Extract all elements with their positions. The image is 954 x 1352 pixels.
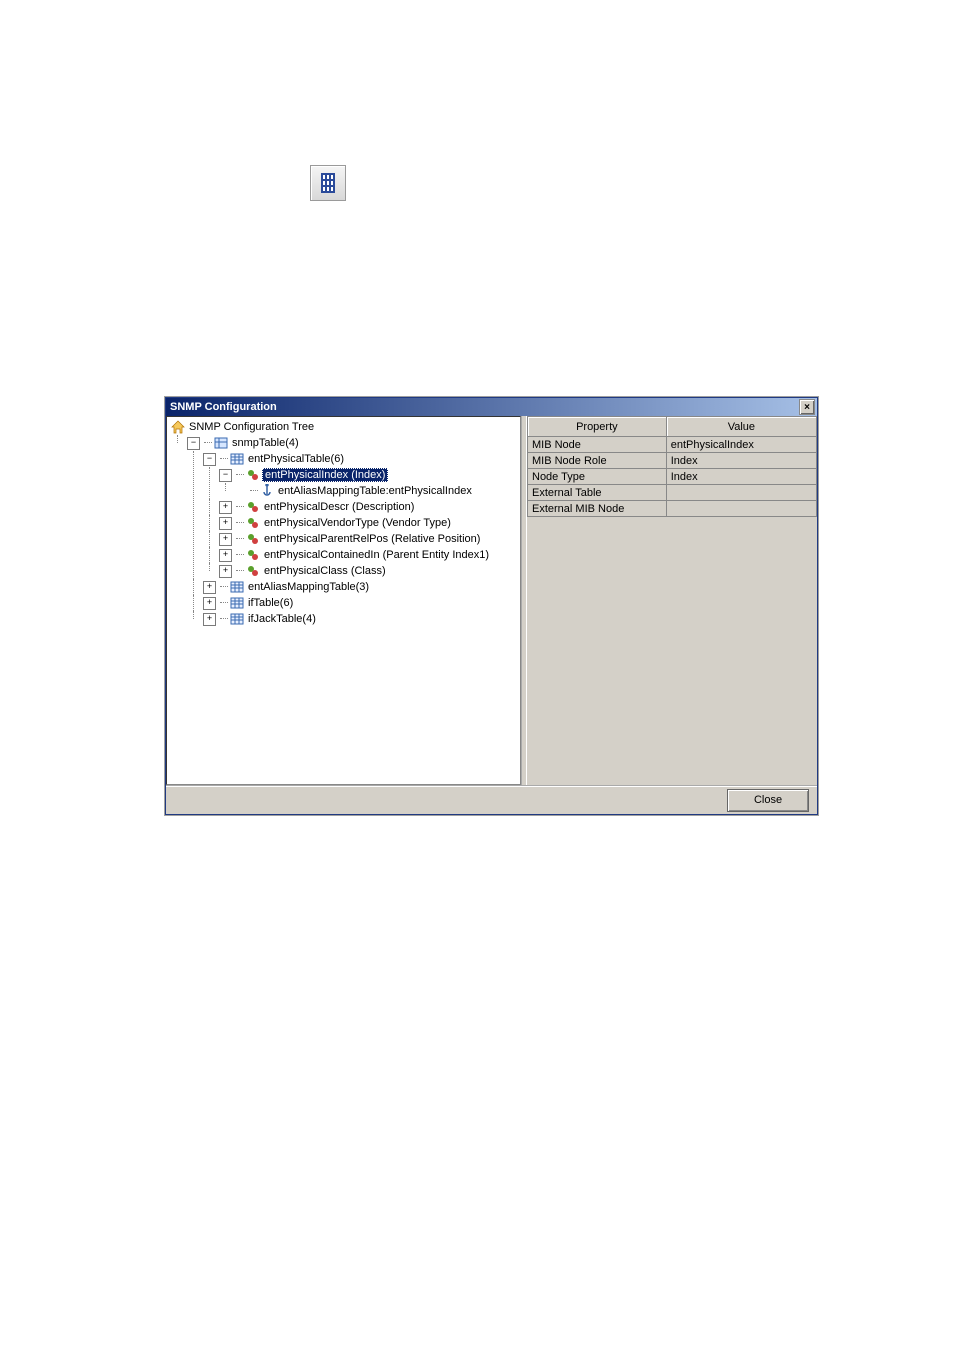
attribute-icon <box>246 548 260 562</box>
cell-property: MIB Node Role <box>528 453 667 469</box>
cell-value: Index <box>666 453 816 469</box>
table-row[interactable]: MIB Node entPhysicalIndex <box>528 437 817 453</box>
view-grid-button[interactable] <box>310 165 346 201</box>
tree-node-entphysicaldescr[interactable]: + entPhysicalDescr (Description) <box>219 499 520 515</box>
tree-node-entphysicalclass[interactable]: + entPhysicalClass (Class) <box>219 563 520 579</box>
tree-node-entaliasmapping-ref[interactable]: entAliasMappingTable:entPhysicalIndex <box>235 483 520 499</box>
properties-table: Property Value MIB Node entPhysicalIndex… <box>527 416 817 517</box>
tree-node-iftable[interactable]: + ifTable(6) <box>203 595 520 611</box>
tree-node-entphysicalparentrelpos[interactable]: + entPhysicalParentRelPos (Relative Posi… <box>219 531 520 547</box>
expand-icon[interactable]: + <box>219 549 232 562</box>
collapse-icon[interactable]: − <box>219 469 232 482</box>
expand-icon[interactable]: + <box>203 597 216 610</box>
table-header-row: Property Value <box>528 417 817 437</box>
column-header-value[interactable]: Value <box>666 417 816 437</box>
table-icon <box>230 612 244 626</box>
attribute-icon <box>246 468 260 482</box>
tree-label: entPhysicalDescr (Description) <box>262 501 416 513</box>
dialog-body: SNMP Configuration Tree − snmpTable(4) <box>166 416 817 785</box>
column-header-property[interactable]: Property <box>528 417 667 437</box>
attribute-icon <box>246 564 260 578</box>
cell-value <box>666 485 816 501</box>
tree-node-entphysicalvendortype[interactable]: + entPhysicalVendorType (Vendor Type) <box>219 515 520 531</box>
tree-node-snmptable[interactable]: − snmpTable(4) <box>187 435 520 451</box>
tree-label: snmpTable(4) <box>230 437 301 449</box>
tree-label: entPhysicalParentRelPos (Relative Positi… <box>262 533 482 545</box>
table-icon <box>230 596 244 610</box>
anchor-icon <box>260 484 274 498</box>
home-icon <box>171 420 185 434</box>
leaf-spacer <box>235 486 246 497</box>
tree-label: entPhysicalTable(6) <box>246 453 346 465</box>
tree-label-selected: entPhysicalIndex (Index) <box>262 468 388 482</box>
collapse-icon[interactable]: − <box>203 453 216 466</box>
tree-node-entphysicaltable[interactable]: − entPhysicalTable(6) <box>203 451 520 467</box>
table-icon <box>230 452 244 466</box>
table-row[interactable]: External Table <box>528 485 817 501</box>
cell-value <box>666 501 816 517</box>
tree-label: entAliasMappingTable:entPhysicalIndex <box>276 485 474 497</box>
table-group-icon <box>214 436 228 450</box>
tree-label: SNMP Configuration Tree <box>187 421 316 433</box>
cell-property: External MIB Node <box>528 501 667 517</box>
close-button[interactable]: Close <box>727 789 809 812</box>
cell-property: External Table <box>528 485 667 501</box>
tree-label: ifJackTable(4) <box>246 613 318 625</box>
table-row[interactable]: External MIB Node <box>528 501 817 517</box>
table-row[interactable]: Node Type Index <box>528 469 817 485</box>
attribute-icon <box>246 500 260 514</box>
expand-icon[interactable]: + <box>219 501 232 514</box>
dialog-title: SNMP Configuration <box>170 401 277 413</box>
tree-root[interactable]: SNMP Configuration Tree <box>171 419 520 435</box>
attribute-icon <box>246 532 260 546</box>
cell-value: entPhysicalIndex <box>666 437 816 453</box>
expand-icon[interactable]: + <box>219 517 232 530</box>
cell-property: Node Type <box>528 469 667 485</box>
dialog-footer: Close <box>166 785 817 814</box>
collapse-icon[interactable]: − <box>187 437 200 450</box>
titlebar-close-button[interactable]: × <box>799 399 815 415</box>
tree-label: entAliasMappingTable(3) <box>246 581 371 593</box>
tree-label: ifTable(6) <box>246 597 295 609</box>
tree-panel[interactable]: SNMP Configuration Tree − snmpTable(4) <box>166 416 521 785</box>
grid-icon <box>321 176 335 190</box>
expand-icon[interactable]: + <box>219 533 232 546</box>
snmp-configuration-dialog: SNMP Configuration × SNMP Configuration … <box>165 397 818 815</box>
close-icon: × <box>804 402 810 413</box>
tree-node-ifjacktable[interactable]: + ifJackTable(4) <box>203 611 520 627</box>
splitter[interactable] <box>521 416 527 785</box>
cell-property: MIB Node <box>528 437 667 453</box>
tree-label: entPhysicalContainedIn (Parent Entity In… <box>262 549 491 561</box>
expand-icon[interactable]: + <box>219 565 232 578</box>
tree-node-entphysicalindex[interactable]: − entPhysicalIndex (Index) <box>219 467 520 483</box>
properties-empty-area <box>527 517 817 785</box>
tree-node-entphysicalcontainedin[interactable]: + entPhysicalContainedIn (Parent Entity … <box>219 547 520 563</box>
tree-label: entPhysicalVendorType (Vendor Type) <box>262 517 453 529</box>
table-icon <box>230 580 244 594</box>
button-label: Close <box>754 794 782 806</box>
properties-panel: Property Value MIB Node entPhysicalIndex… <box>527 416 817 785</box>
cell-value: Index <box>666 469 816 485</box>
expand-icon[interactable]: + <box>203 581 216 594</box>
tree-node-entaliasmappingtable[interactable]: + entAliasMappingTable(3) <box>203 579 520 595</box>
titlebar[interactable]: SNMP Configuration × <box>166 398 817 416</box>
expand-icon[interactable]: + <box>203 613 216 626</box>
table-row[interactable]: MIB Node Role Index <box>528 453 817 469</box>
tree-label: entPhysicalClass (Class) <box>262 565 388 577</box>
attribute-icon <box>246 516 260 530</box>
